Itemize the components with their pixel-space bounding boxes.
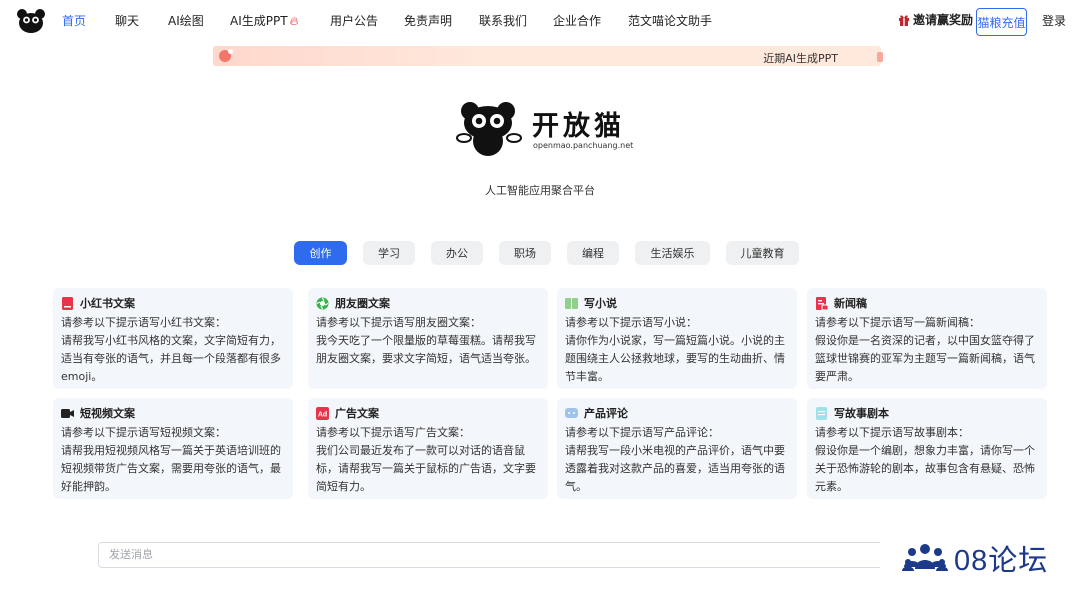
prompt-card-story-script[interactable]: 写故事剧本 请参考以下提示语写故事剧本： 假设你是一个编剧，想象力丰富，请你写一…	[807, 398, 1047, 499]
category-tabs: 创作 学习 办公 职场 编程 生活娱乐 儿童教育	[0, 241, 1080, 265]
prompt-card-short-video[interactable]: 短视频文案 请参考以下提示语写短视频文案： 请帮我用短视频风格写一篇关于英语培训…	[53, 398, 293, 499]
nav-ai-ppt-label: AI生成PPT	[230, 14, 288, 28]
brand-name: 开放猫	[532, 111, 625, 142]
banner-text: 近期AI生成PPT	[763, 52, 838, 65]
card-body: 我们公司最近发布了一款可以对话的语音鼠标，请帮我写一篇关于鼠标的广告语，文字要简…	[316, 444, 536, 493]
nav-chat[interactable]: 聊天	[115, 12, 139, 29]
nav-disclaimer[interactable]: 免责声明	[404, 12, 452, 29]
nav-enterprise[interactable]: 企业合作	[553, 12, 601, 29]
tab-creation[interactable]: 创作	[294, 241, 347, 265]
card-subtitle: 请参考以下提示语写广告文案：	[316, 426, 470, 439]
notice-dot-icon	[219, 49, 233, 62]
community-people-icon	[902, 543, 948, 571]
card-body: 假设你是一个编剧，想象力丰富，请你写一个关于恐怖游轮的剧本，故事包含有悬疑、恐怖…	[815, 444, 1035, 493]
tab-study[interactable]: 学习	[363, 241, 415, 265]
watermark-text: 08论坛	[954, 544, 1049, 577]
card-title: 写故事剧本	[834, 407, 889, 420]
nav-contact[interactable]: 联系我们	[479, 12, 527, 29]
card-body: 请帮我写小红书风格的文案，文字简短有力，适当有夸张的语气，并且每一个段落都有很多…	[61, 334, 281, 383]
openmao-logo-icon[interactable]	[16, 8, 46, 34]
red-book-icon	[62, 296, 73, 310]
fire-icon: 🔥︎	[289, 14, 299, 28]
tab-programming[interactable]: 编程	[567, 241, 619, 265]
watermark: 08论坛	[880, 535, 1080, 580]
prompt-card-product-review[interactable]: 产品评论 请参考以下提示语写产品评论： 请帮我写一段小米电视的产品评价，语气中要…	[557, 398, 797, 499]
card-title-row: 新闻稿	[815, 296, 1039, 310]
newspaper-icon	[816, 296, 828, 310]
nav-ai-drawing[interactable]: AI绘图	[168, 12, 204, 29]
announcement-banner[interactable]: 近期AI生成PPT	[213, 46, 883, 66]
card-body: 我今天吃了一个限量版的草莓蛋糕。请帮我写朋友圈文案，要求文字简短，语气适当夸张。	[316, 334, 536, 365]
script-icon	[816, 406, 827, 420]
card-body: 假设你是一名资深的记者，以中国女篮夺得了篮球世锦赛的亚军为主题写一篇新闻稿，语气…	[815, 334, 1035, 383]
moments-icon	[316, 297, 329, 309]
invite-reward-link[interactable]: 邀请赢奖励	[898, 11, 973, 28]
card-title-row: 朋友圈文案	[316, 296, 540, 310]
svg-text:Ad: Ad	[318, 411, 327, 418]
prompt-card-moments[interactable]: 朋友圈文案 请参考以下提示语写朋友圈文案： 我今天吃了一个限量版的草莓蛋糕。请帮…	[308, 288, 548, 389]
ad-icon: Ad	[316, 406, 329, 420]
card-body: 请帮我写一段小米电视的产品评价，语气中要透露着我对这款产品的喜爱，适当用夸张的语…	[565, 444, 785, 493]
card-subtitle: 请参考以下提示语写小说：	[565, 316, 697, 329]
card-subtitle: 请参考以下提示语写朋友圈文案：	[316, 316, 481, 329]
nav-ai-ppt[interactable]: AI生成PPT 🔥︎	[230, 12, 298, 29]
video-camera-icon	[61, 408, 74, 418]
banner-edge	[877, 52, 883, 62]
gift-icon	[899, 14, 909, 26]
card-title: 广告文案	[335, 407, 379, 420]
nav-announcements[interactable]: 用户公告	[330, 12, 378, 29]
tab-office[interactable]: 办公	[431, 241, 483, 265]
card-title: 短视频文案	[80, 407, 135, 420]
card-title-row: 小红书文案	[61, 296, 285, 310]
invite-label: 邀请赢奖励	[913, 13, 974, 27]
login-link[interactable]: 登录	[1042, 12, 1066, 29]
nav-home[interactable]: 首页	[62, 12, 86, 29]
message-input[interactable]	[98, 542, 888, 568]
recharge-button[interactable]: 猫粮充值	[976, 8, 1027, 36]
card-subtitle: 请参考以下提示语写一篇新闻稿：	[815, 316, 980, 329]
card-title-row: Ad 广告文案	[316, 406, 540, 420]
chat-bubble-icon	[565, 407, 578, 418]
book-icon	[565, 297, 578, 309]
card-title-row: 短视频文案	[61, 406, 285, 420]
card-title-row: 写故事剧本	[815, 406, 1039, 420]
card-title-row: 写小说	[565, 296, 789, 310]
brand-url: openmao.panchuang.net	[533, 141, 634, 150]
card-title: 朋友圈文案	[335, 297, 390, 310]
prompt-card-xiaohongshu[interactable]: 小红书文案 请参考以下提示语写小红书文案： 请帮我写小红书风格的文案，文字简短有…	[53, 288, 293, 389]
tab-workplace[interactable]: 职场	[499, 241, 551, 265]
tab-life-entertainment[interactable]: 生活娱乐	[635, 241, 710, 265]
nav-paper-assistant[interactable]: 范文喵论文助手	[628, 12, 712, 29]
card-title: 新闻稿	[834, 297, 867, 310]
prompt-card-novel[interactable]: 写小说 请参考以下提示语写小说： 请你作为小说家，写一篇短篇小说。小说的主题围绕…	[557, 288, 797, 389]
card-subtitle: 请参考以下提示语写小红书文案：	[61, 316, 226, 329]
prompt-card-press-release[interactable]: 新闻稿 请参考以下提示语写一篇新闻稿： 假设你是一名资深的记者，以中国女篮夺得了…	[807, 288, 1047, 389]
top-nav: 首页 聊天 AI绘图 AI生成PPT 🔥︎ 用户公告 免责声明 联系我们 企业合作…	[0, 0, 1080, 40]
card-body: 请你作为小说家，写一篇短篇小说。小说的主题围绕主人公拯救地球，要写的生动曲折、情…	[565, 334, 785, 383]
card-subtitle: 请参考以下提示语写产品评论：	[565, 426, 719, 439]
card-body: 请帮我用短视频风格写一篇关于英语培训班的短视频带货广告文案，需要用夸张的语气，最…	[61, 444, 281, 493]
prompt-card-advertising[interactable]: Ad 广告文案 请参考以下提示语写广告文案： 我们公司最近发布了一款可以对话的语…	[308, 398, 548, 499]
tagline: 人工智能应用聚合平台	[485, 184, 595, 197]
tab-kids-education[interactable]: 儿童教育	[726, 241, 799, 265]
openmao-mascot-icon	[456, 102, 522, 156]
card-title: 写小说	[584, 297, 617, 310]
card-title-row: 产品评论	[565, 406, 789, 420]
card-title: 小红书文案	[80, 297, 135, 310]
card-subtitle: 请参考以下提示语写故事剧本：	[815, 426, 969, 439]
card-subtitle: 请参考以下提示语写短视频文案：	[61, 426, 226, 439]
card-title: 产品评论	[584, 407, 628, 420]
